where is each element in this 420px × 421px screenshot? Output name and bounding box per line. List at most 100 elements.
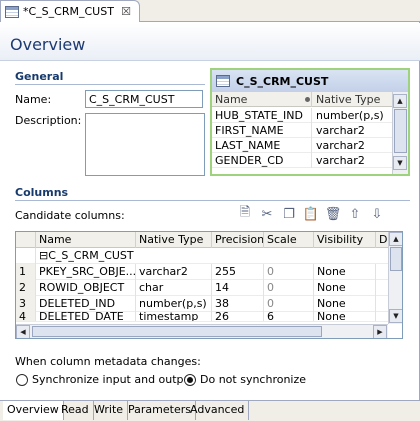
scroll-thumb[interactable]: [394, 109, 407, 153]
group-name: C_S_CRM_CUST: [48, 249, 134, 262]
cell-scale[interactable]: 0: [264, 264, 314, 280]
sync-radio[interactable]: [16, 373, 28, 386]
table-icon: [216, 75, 230, 87]
list-item[interactable]: HUB_STATE_IND number(p,s): [212, 108, 392, 123]
copy-icon[interactable]: ❐: [280, 206, 298, 222]
collapse-icon[interactable]: ⊟: [39, 249, 48, 262]
col-header-visibility[interactable]: Visibility: [314, 232, 376, 248]
row-number: 4: [16, 312, 36, 321]
cell-visibility[interactable]: None: [314, 280, 376, 296]
sort-indicator-icon: [305, 97, 310, 102]
table-icon: [5, 5, 19, 18]
close-icon[interactable]: ☒: [121, 5, 131, 18]
cell-visibility[interactable]: None: [314, 312, 376, 321]
scroll-up-icon[interactable]: ▲: [389, 232, 402, 246]
bottom-tab-bar: Overview Read Write Parameters Advanced: [0, 400, 420, 421]
general-underline: [15, 84, 205, 85]
metadata-change-label: When column metadata changes:: [15, 355, 201, 368]
scroll-up-icon[interactable]: ▲: [393, 94, 407, 108]
row-number: [16, 248, 36, 264]
preview-cell-type: varchar2: [316, 154, 365, 167]
delete-icon[interactable]: 🗑: [324, 206, 342, 222]
cell-name[interactable]: DELETED_DATE: [36, 312, 136, 321]
candidate-columns-label: Candidate columns:: [15, 209, 125, 222]
cell-name[interactable]: ROWID_OBJECT: [36, 280, 136, 296]
preview-col-name[interactable]: Name: [212, 92, 312, 107]
preview-cell-name: GENDER_CD: [212, 153, 312, 168]
preview-grid-header: Name Native Type: [212, 92, 392, 107]
table-preview: C_S_CRM_CUST Name Native Type HUB_STATE_…: [210, 68, 410, 176]
cell-precision[interactable]: 38: [212, 296, 264, 312]
col-header-precision[interactable]: Precision: [212, 232, 264, 248]
scroll-left-icon[interactable]: ◀: [16, 325, 30, 338]
cell-name[interactable]: DELETED_IND: [36, 296, 136, 312]
cell-native-type[interactable]: timestamp: [136, 312, 212, 321]
list-item[interactable]: LAST_NAME varchar2: [212, 138, 392, 153]
row-number: 3: [16, 296, 36, 312]
columns-hscrollbar[interactable]: ◀ ▶: [16, 324, 388, 338]
table-row[interactable]: 2 ROWID_OBJECT char 14 0 None: [16, 280, 388, 296]
scroll-thumb[interactable]: [390, 247, 402, 271]
tab-write[interactable]: Write: [90, 401, 129, 420]
preview-cell-name: LAST_NAME: [212, 138, 312, 153]
name-field[interactable]: [85, 90, 203, 108]
preview-scrollbar[interactable]: ▲ ▼: [392, 92, 408, 174]
cell-native-type[interactable]: number(p,s): [136, 296, 212, 312]
scroll-down-icon[interactable]: ▼: [393, 156, 407, 170]
preview-cell-type: varchar2: [316, 124, 365, 137]
columns-toolbar: 🗎 ✂ ❐ 📋 🗑 ⇧ ⇩: [236, 205, 386, 222]
tab-overview[interactable]: Overview: [3, 401, 64, 420]
table-row[interactable]: 1 PKEY_SRC_OBJE... varchar2 255 0 None: [16, 264, 388, 280]
move-up-icon[interactable]: ⇧: [346, 206, 364, 222]
cell-visibility[interactable]: None: [314, 296, 376, 312]
columns-vscrollbar[interactable]: ▲ ▼: [388, 232, 402, 324]
new-icon[interactable]: 🗎: [236, 205, 254, 222]
col-header-scale[interactable]: Scale: [264, 232, 314, 248]
nosync-option[interactable]: Do not synchronize: [184, 373, 306, 386]
tab-advanced[interactable]: Advanced: [186, 401, 250, 420]
table-row[interactable]: 4 DELETED_DATE timestamp 26 6 None: [16, 312, 388, 322]
editor-tab[interactable]: *C_S_CRM_CUST ☒: [0, 0, 140, 22]
general-heading: General: [15, 70, 64, 83]
cell-precision[interactable]: 255: [212, 264, 264, 280]
nosync-radio[interactable]: [184, 373, 196, 386]
editor-tab-title: *C_S_CRM_CUST: [23, 5, 114, 18]
title-separator: [0, 60, 420, 61]
scroll-thumb[interactable]: [32, 326, 322, 337]
cell-precision[interactable]: 14: [212, 280, 264, 296]
candidate-columns-table: Name Native Type Precision Scale Visibil…: [15, 231, 403, 339]
cut-icon[interactable]: ✂: [258, 206, 276, 222]
col-header-description[interactable]: D: [376, 232, 388, 248]
cell-scale[interactable]: 0: [264, 280, 314, 296]
list-item[interactable]: FIRST_NAME varchar2: [212, 123, 392, 138]
scroll-down-icon[interactable]: ▼: [389, 309, 402, 323]
cell-native-type[interactable]: char: [136, 280, 212, 296]
description-label: Description:: [15, 114, 82, 127]
preview-col-type[interactable]: Native Type: [313, 92, 392, 107]
sync-option-label: Synchronize input and output: [32, 373, 195, 386]
table-row[interactable]: 3 DELETED_IND number(p,s) 38 0 None: [16, 296, 388, 312]
description-field[interactable]: [85, 113, 205, 176]
cell-visibility[interactable]: None: [314, 264, 376, 280]
name-label: Name:: [15, 93, 52, 106]
preview-title: C_S_CRM_CUST: [236, 74, 329, 88]
cell-precision[interactable]: 26: [212, 312, 264, 321]
group-label: ⊟C_S_CRM_CUST: [36, 248, 156, 264]
scroll-right-icon[interactable]: ▶: [373, 325, 387, 338]
cell-native-type[interactable]: varchar2: [136, 264, 212, 280]
columns-heading: Columns: [15, 186, 69, 199]
row-number: 2: [16, 280, 36, 296]
group-row[interactable]: ⊟C_S_CRM_CUST: [16, 248, 388, 264]
sync-option[interactable]: Synchronize input and output: [16, 373, 195, 386]
cell-scale[interactable]: 0: [264, 296, 314, 312]
col-header-name[interactable]: Name: [36, 232, 136, 248]
tab-read[interactable]: Read: [57, 401, 94, 420]
preview-cell-type: varchar2: [316, 139, 365, 152]
columns-table-header: Name Native Type Precision Scale Visibil…: [16, 232, 388, 248]
paste-icon[interactable]: 📋: [302, 206, 320, 222]
cell-name[interactable]: PKEY_SRC_OBJE...: [36, 264, 136, 280]
move-down-icon[interactable]: ⇩: [368, 206, 386, 222]
col-header-native-type[interactable]: Native Type: [136, 232, 212, 248]
list-item[interactable]: GENDER_CD varchar2: [212, 153, 392, 168]
cell-scale[interactable]: 6: [264, 312, 314, 321]
